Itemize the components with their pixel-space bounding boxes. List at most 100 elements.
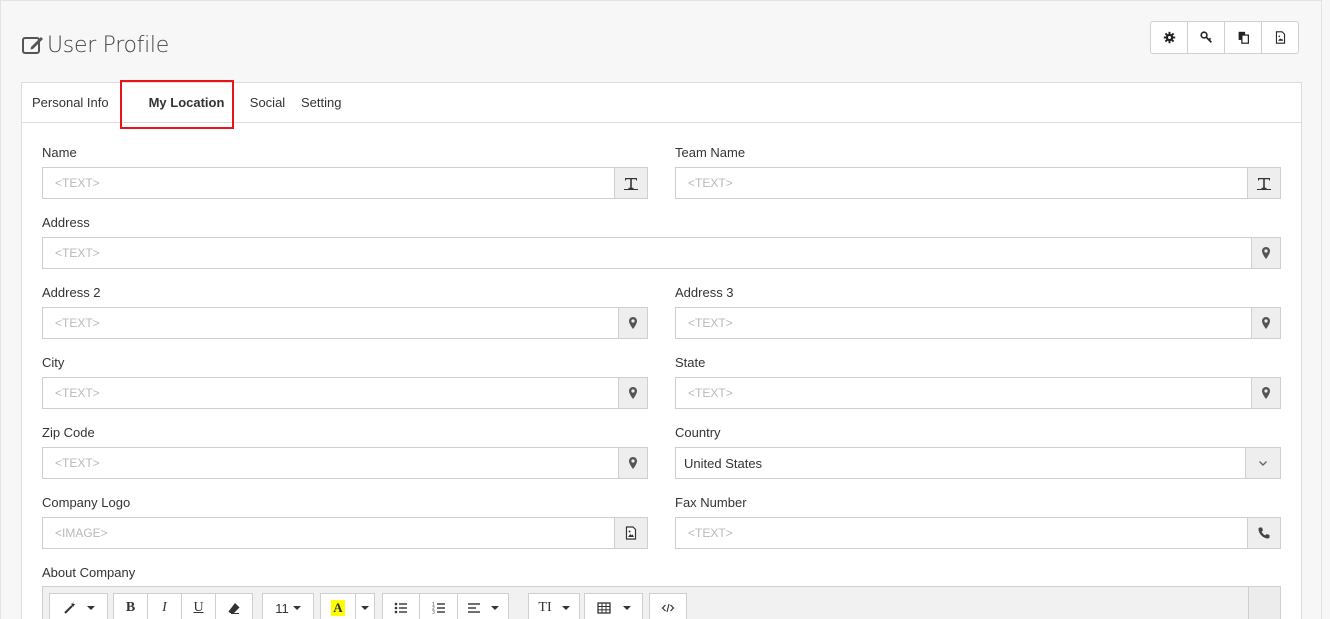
line-height-button[interactable]: TI [528,593,580,619]
style-group [49,593,108,619]
city-label: City [42,355,65,370]
text-height-label: TI [538,600,552,615]
company-logo-field: Company Logo [42,495,648,549]
italic-button[interactable]: I [147,593,182,619]
address3-label: Address 3 [675,285,734,300]
font-color-button[interactable]: A [320,593,356,619]
tab-social[interactable]: Social [238,83,297,123]
edit-icon [22,37,43,54]
font-color-swatch: A [331,600,345,616]
gear-icon [1163,31,1175,44]
name-input[interactable] [43,168,614,198]
location-addon [618,308,647,338]
text-icon [1257,178,1271,190]
location-addon [1251,308,1280,338]
about-label: About Company [42,565,136,580]
company-logo-input[interactable] [43,518,614,548]
phone-addon [1247,518,1280,548]
magic-wand-icon [63,602,75,614]
svg-text:3: 3 [432,610,435,616]
map-marker-icon [629,317,637,329]
city-input[interactable] [43,378,618,408]
settings-button[interactable] [1150,21,1188,54]
location-addon [1251,378,1280,408]
fax-input[interactable] [676,518,1247,548]
location-addon [1251,238,1280,268]
text-icon [624,178,638,190]
code-group [649,593,687,619]
address-label: Address [42,215,90,230]
export-button[interactable] [1261,21,1299,54]
tab-bar: Personal Info My Location Social Setting [22,80,1301,129]
team-name-label: Team Name [675,145,746,160]
tab-personal-info[interactable]: Personal Info [32,83,135,123]
align-left-icon [468,603,480,613]
code-icon [661,603,675,613]
unordered-list-button[interactable] [382,593,420,619]
image-addon[interactable] [614,518,647,548]
fax-field: Fax Number [675,495,1281,549]
underline-button[interactable]: U [181,593,216,619]
app-frame: User Profile Personal Info My Location S… [0,0,1322,619]
eraser-button[interactable] [215,593,253,619]
country-label: Country [675,425,721,440]
map-marker-icon [629,387,637,399]
file-image-icon [1275,31,1285,44]
address-input[interactable] [43,238,1251,268]
country-dropdown-toggle[interactable] [1245,448,1280,478]
about-field: About Company [42,565,1281,581]
tab-setting[interactable]: Setting [297,83,367,123]
rich-text-toolbar: B I U 11 A 1 2 3 TI [42,586,1281,619]
paragraph-align-button[interactable] [457,593,509,619]
text-height-group: TI [528,593,580,619]
copy-button[interactable] [1224,21,1262,54]
company-logo-label: Company Logo [42,495,131,510]
country-field: Country United States [675,425,1281,479]
key-icon [1199,31,1212,43]
code-view-button[interactable] [649,593,687,619]
address-field: Address [42,215,1281,269]
profile-panel: Personal Info My Location Social Setting… [21,80,1302,619]
location-addon [618,378,647,408]
state-field: State [675,355,1281,409]
bold-button[interactable]: B [113,593,148,619]
table-button[interactable] [584,593,643,619]
caret-icon [292,606,301,610]
address2-field: Address 2 [42,285,648,339]
caret-icon [561,606,570,610]
font-size-value: 11 [275,600,289,616]
map-marker-icon [1262,387,1270,399]
location-addon [618,448,647,478]
address3-field: Address 3 [675,285,1281,339]
color-group: A [320,593,375,619]
team-name-input[interactable] [676,168,1247,198]
table-group [584,593,643,619]
zip-input[interactable] [43,448,618,478]
copy-icon [1238,31,1249,44]
header-toolbar [1150,21,1299,54]
phone-icon [1258,527,1270,539]
zip-label: Zip Code [42,425,95,440]
page-title: User Profile [47,32,169,58]
magic-style-button[interactable] [49,593,108,619]
font-style-group: B I U [113,593,253,619]
font-size-group: 11 [262,593,314,619]
address2-input[interactable] [43,308,618,338]
map-marker-icon [629,457,637,469]
font-color-dropdown[interactable] [355,593,375,619]
font-size-button[interactable]: 11 [262,593,314,619]
eraser-icon [228,603,240,614]
page-header: User Profile [21,27,169,63]
address3-input[interactable] [676,308,1251,338]
map-marker-icon [1262,247,1270,259]
country-select[interactable]: United States [675,447,1281,479]
ordered-list-button[interactable]: 123 [419,593,458,619]
caret-icon [622,606,631,610]
state-input[interactable] [676,378,1251,408]
key-button[interactable] [1187,21,1225,54]
editor-scrollbar[interactable] [1248,587,1280,619]
tab-my-location[interactable]: My Location [135,83,238,123]
name-field: Name [42,145,648,199]
text-addon [1247,168,1280,198]
address2-label: Address 2 [42,285,101,300]
